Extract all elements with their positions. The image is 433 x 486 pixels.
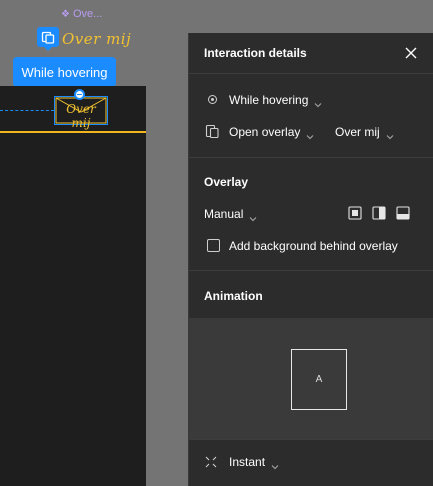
animation-dropdown[interactable]: Instant bbox=[229, 455, 279, 470]
trigger-pill[interactable]: While hovering bbox=[13, 57, 116, 87]
instant-icon bbox=[205, 455, 217, 473]
animation-preview: A bbox=[189, 318, 433, 439]
panel-title: Interaction details bbox=[204, 46, 307, 60]
section-divider bbox=[189, 270, 433, 271]
overlay-icon bbox=[205, 124, 220, 139]
trigger-row[interactable]: While hovering bbox=[189, 84, 433, 116]
component-tag[interactable]: ❖ Ove... bbox=[61, 8, 102, 20]
animation-label: Instant bbox=[229, 455, 266, 469]
component-tag-label: Ove... bbox=[72, 8, 103, 20]
destination-label: Over mij bbox=[335, 125, 380, 139]
position-dropdown[interactable]: Manual bbox=[204, 207, 257, 222]
destination-dropdown[interactable]: Over mij bbox=[335, 125, 394, 140]
action-dropdown[interactable]: Open overlay bbox=[229, 125, 314, 140]
component-title: Over mij bbox=[62, 30, 132, 48]
action-label: Open overlay bbox=[229, 125, 301, 139]
envelope-button[interactable]: Over mij bbox=[54, 96, 108, 130]
position-center-icon[interactable] bbox=[348, 206, 362, 220]
envelope-label: Over mij bbox=[66, 102, 96, 130]
header-divider bbox=[189, 73, 433, 74]
position-label: Manual bbox=[204, 207, 244, 221]
animation-section-title: Animation bbox=[204, 289, 263, 303]
position-bottom-icon[interactable] bbox=[396, 206, 410, 220]
canvas-frame[interactable] bbox=[0, 86, 146, 486]
preview-label: A bbox=[315, 374, 323, 385]
trigger-dropdown[interactable]: While hovering bbox=[229, 93, 322, 108]
close-icon[interactable] bbox=[404, 46, 418, 60]
interaction-details-panel: Interaction details While hovering Open … bbox=[188, 33, 433, 486]
preview-frame: A bbox=[291, 349, 347, 410]
badge-tail bbox=[43, 46, 53, 51]
action-row[interactable]: Open overlay Over mij bbox=[189, 116, 433, 148]
connection-handle[interactable] bbox=[74, 89, 85, 100]
hover-target-icon bbox=[207, 94, 218, 105]
overlay-link-icon bbox=[41, 31, 55, 44]
trigger-label: While hovering bbox=[229, 93, 309, 107]
background-checkbox[interactable] bbox=[207, 239, 220, 252]
interaction-badge[interactable] bbox=[37, 27, 59, 47]
overlay-section-title: Overlay bbox=[204, 175, 249, 189]
component-diamond-icon: ❖ bbox=[61, 8, 70, 20]
panel-header: Interaction details bbox=[189, 33, 433, 73]
frame-divider-line bbox=[0, 131, 146, 133]
background-checkbox-label: Add background behind overlay bbox=[229, 239, 398, 253]
section-divider bbox=[189, 157, 433, 158]
connection-line bbox=[0, 110, 54, 111]
position-left-icon[interactable] bbox=[372, 206, 386, 220]
section-divider bbox=[189, 439, 433, 440]
